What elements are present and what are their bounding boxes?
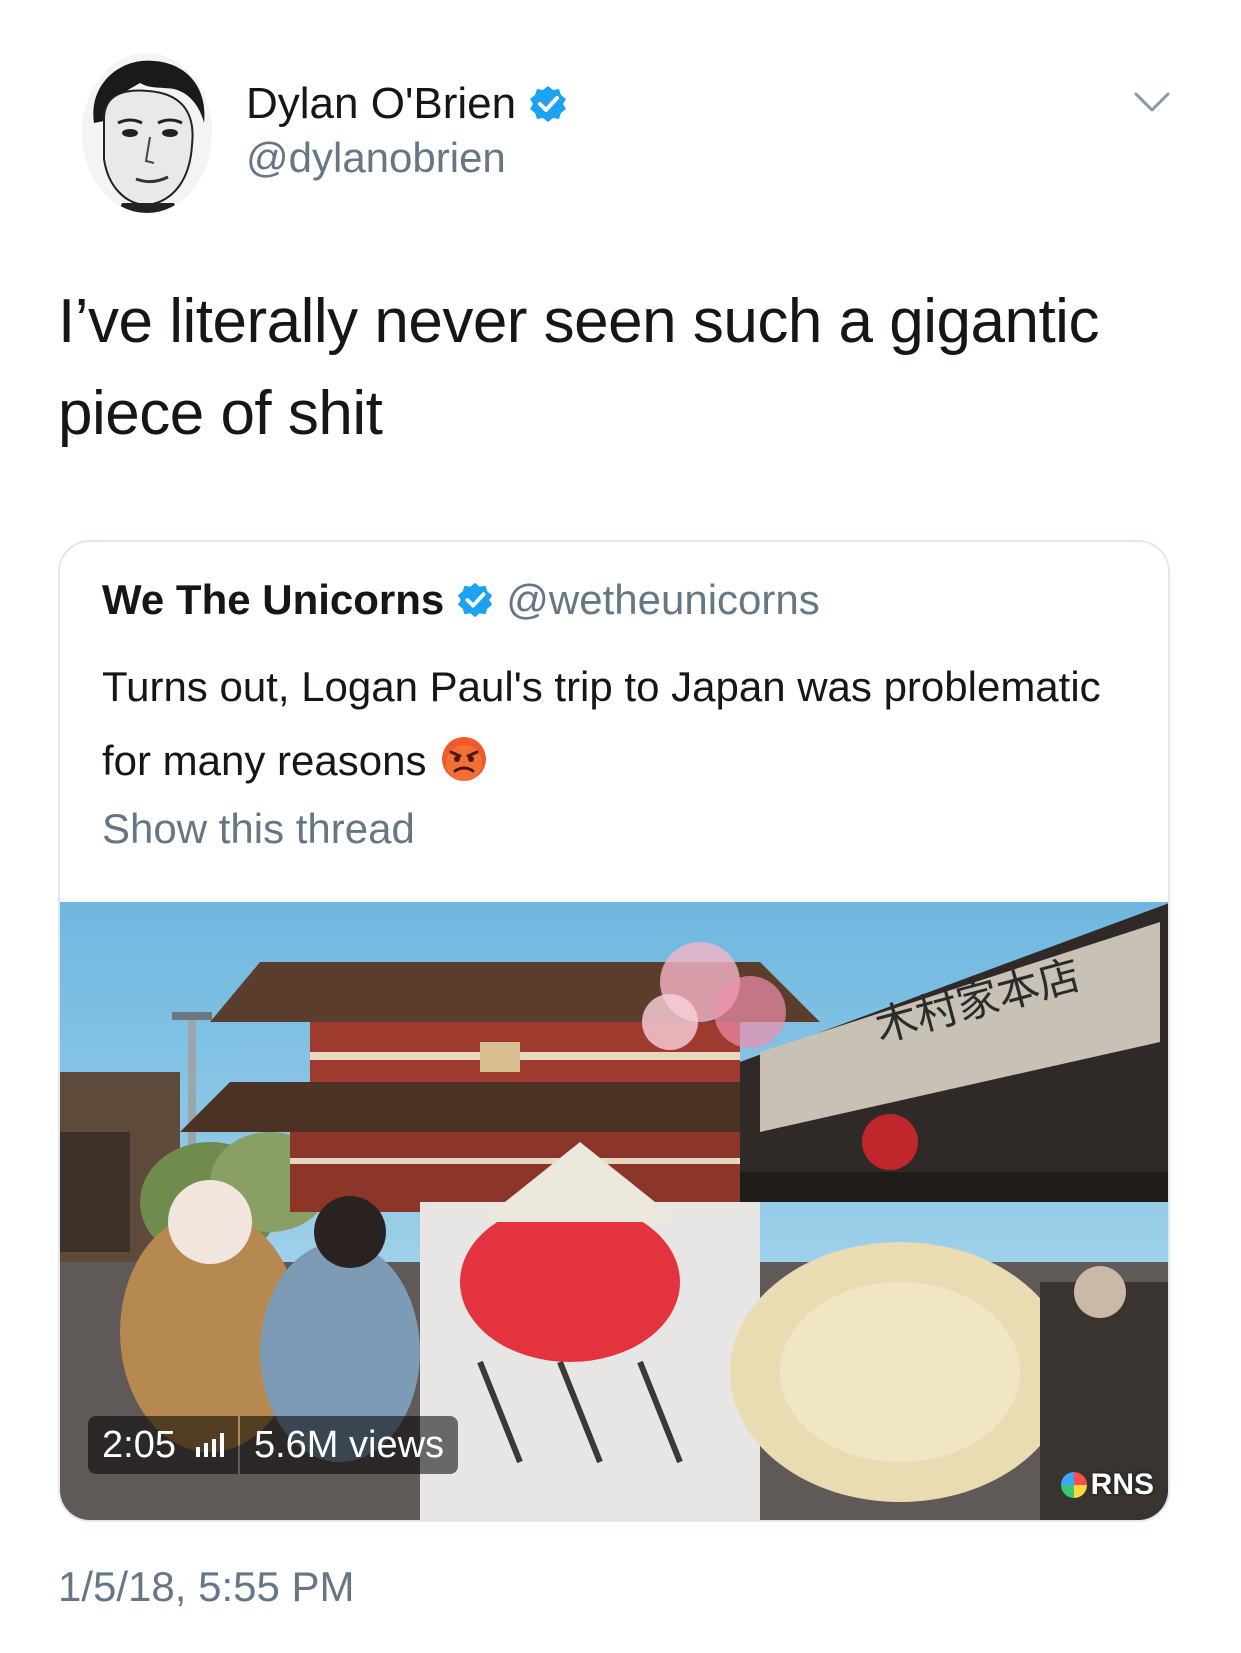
quoted-tweet-header: We The Unicorns @wetheunicorns bbox=[102, 576, 820, 624]
video-watermark: RNS bbox=[1060, 1468, 1154, 1502]
avatar-portrait bbox=[82, 53, 212, 213]
quoted-tweet-text: Turns out, Logan Paul's trip to Japan wa… bbox=[102, 650, 1112, 798]
watermark-logo-icon bbox=[1060, 1472, 1087, 1498]
quoted-tweet-text-content: Turns out, Logan Paul's trip to Japan wa… bbox=[102, 663, 1101, 784]
video-views: 5.6M views bbox=[239, 1416, 459, 1474]
video-player[interactable]: 木村家本店 2:05 5.6M views RNS bbox=[60, 902, 1168, 1520]
tweet-text: I’ve literally never seen such a giganti… bbox=[58, 287, 1099, 448]
video-duration-text: 2:05 bbox=[102, 1424, 176, 1466]
avatar[interactable] bbox=[82, 53, 212, 213]
watermark-text: RNS bbox=[1090, 1468, 1154, 1501]
video-stats-overlay: 2:05 5.6M views bbox=[88, 1416, 459, 1474]
author-display-name: Dylan O'Brien bbox=[246, 79, 517, 128]
show-thread-link[interactable]: Show this thread bbox=[102, 804, 415, 854]
quoted-author-name[interactable]: We The Unicorns bbox=[102, 576, 444, 624]
quoted-author-handle[interactable]: @wetheunicorns bbox=[506, 576, 819, 624]
video-duration: 2:05 bbox=[88, 1416, 238, 1474]
verified-badge-icon bbox=[456, 581, 494, 619]
author-name[interactable]: Dylan O'Brien bbox=[246, 78, 568, 130]
quoted-tweet-card[interactable]: We The Unicorns @wetheunicorns Turns out… bbox=[58, 540, 1170, 1522]
chevron-down-icon[interactable] bbox=[1132, 88, 1172, 118]
signal-bars-icon bbox=[195, 1433, 224, 1457]
tweet-timestamp[interactable]: 1/5/18, 5:55 PM bbox=[58, 1562, 355, 1612]
verified-badge-icon bbox=[528, 84, 568, 124]
angry-face-icon bbox=[440, 735, 488, 783]
author-handle[interactable]: @dylanobrien bbox=[246, 133, 506, 183]
